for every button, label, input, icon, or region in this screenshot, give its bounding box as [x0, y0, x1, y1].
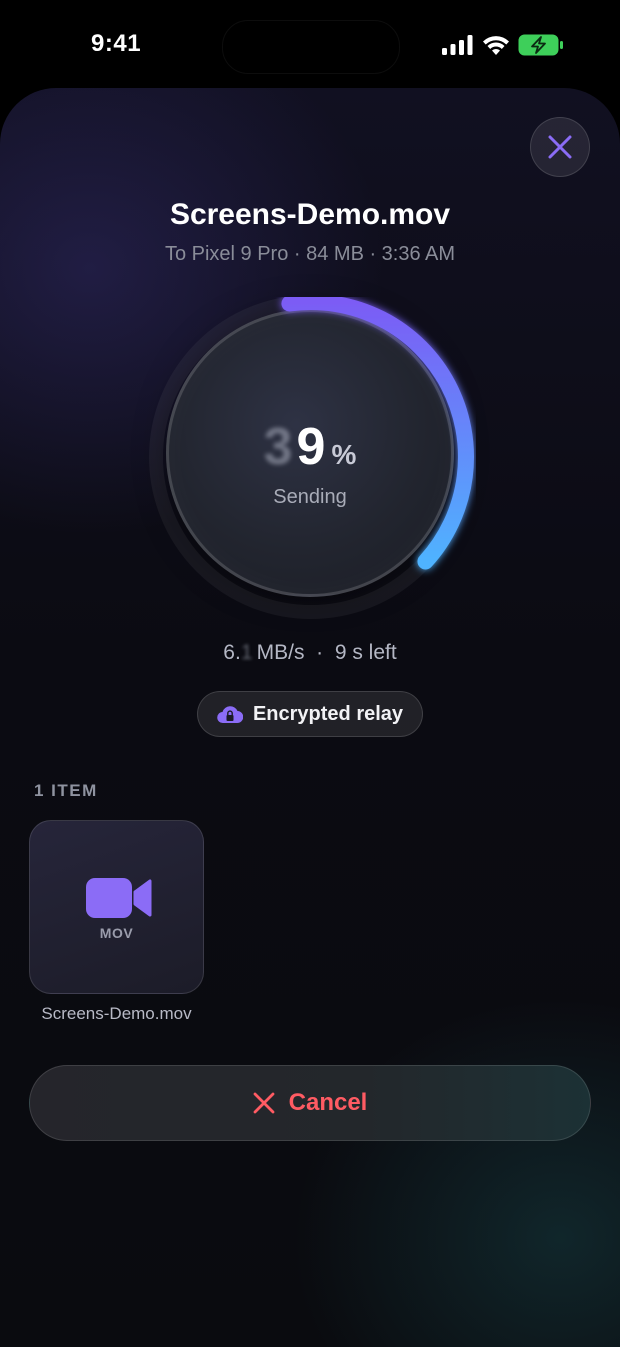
dynamic-island — [222, 20, 400, 74]
progress-digit-ghost: 3 — [263, 418, 293, 476]
battery-charging-icon — [518, 34, 563, 56]
transfer-status-label: Sending — [273, 486, 347, 508]
progress-digit-main: 9 — [296, 418, 326, 476]
speed-prefix: 6. — [223, 641, 241, 664]
cellular-signal-icon — [442, 35, 473, 55]
progress-percent: 3 9 % — [0, 417, 620, 477]
percent-sign: % — [331, 439, 357, 470]
wifi-icon — [483, 36, 509, 55]
file-tile[interactable]: MOV — [29, 820, 204, 994]
cloud-lock-icon — [217, 706, 243, 724]
transfer-speed: 6.1 MB/s · 9 s left — [0, 641, 620, 665]
cancel-x-icon — [253, 1092, 275, 1114]
screen: 9:41 Screens-Demo.mov To Pixel 9 Pro · 8… — [0, 0, 620, 1347]
speed-ghost-digit: 1 — [240, 641, 253, 664]
cancel-button[interactable]: Cancel — [29, 1065, 591, 1141]
relay-label: Encrypted relay — [252, 702, 404, 725]
video-camera-icon — [86, 878, 152, 918]
status-time: 9:41 — [91, 30, 142, 57]
file-name: Screens-Demo.mov — [41, 1004, 192, 1023]
encrypted-relay-badge[interactable]: Encrypted relay — [197, 691, 423, 737]
file-type-label: MOV — [99, 925, 134, 941]
transfer-meta: To Pixel 9 Pro · 84 MB · 3:36 AM — [164, 243, 456, 265]
close-button[interactable] — [530, 117, 590, 177]
close-icon — [548, 135, 572, 159]
speed-suffix: MB/s · 9 s left — [250, 641, 397, 664]
items-header: 1 ITEM — [34, 781, 98, 800]
status-icons — [442, 34, 564, 56]
file-title: Screens-Demo.mov — [169, 198, 451, 231]
cancel-label: Cancel — [288, 1089, 368, 1116]
